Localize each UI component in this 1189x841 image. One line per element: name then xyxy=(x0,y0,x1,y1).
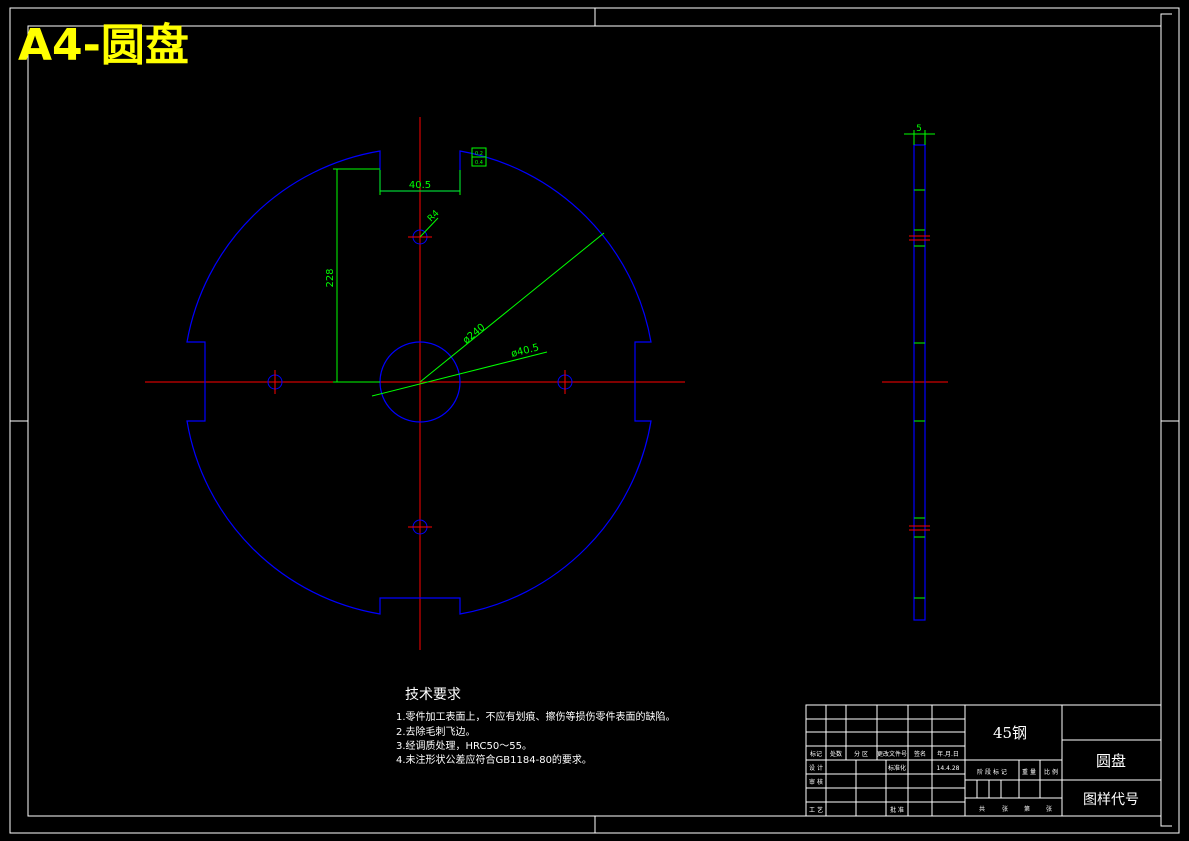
tech-heading: 技术要求 xyxy=(405,687,461,703)
tb-design: 设 计 xyxy=(809,764,823,772)
slot-width-dim: 40.5 xyxy=(409,180,431,191)
tb-sheets-total: 共 xyxy=(979,805,985,813)
tb-label-date: 年.月.日 xyxy=(937,750,959,758)
tb-label-sign: 签名 xyxy=(914,750,926,758)
tol-lower: 0.4 xyxy=(475,160,483,166)
front-view: 40.5 228 R4 ø240 ø40.5 0.2 0.4 xyxy=(145,117,685,650)
title-block: 标记 处数 分 区 更改文件号 签名 年.月.日 设 计 标准化 14.4.28… xyxy=(805,704,1162,817)
tb-scale: 比 例 xyxy=(1044,768,1058,776)
tb-date: 14.4.28 xyxy=(937,765,960,772)
tb-approve: 批 准 xyxy=(890,806,904,814)
side-view: 5 xyxy=(882,124,948,621)
thickness-dim: 5 xyxy=(916,124,922,134)
tech-item: 3.经调质处理，HRC50～55。 xyxy=(396,739,532,752)
centering-marks xyxy=(10,8,1179,833)
tb-label-mark: 标记 xyxy=(810,750,822,758)
tb-sheet-unit: 张 xyxy=(1046,805,1052,813)
drawing-code: 图样代号 xyxy=(1083,792,1139,808)
centerlines xyxy=(145,117,685,650)
outer-frame xyxy=(9,7,1180,834)
height-dim: 228 xyxy=(325,268,336,287)
tb-label-zone: 分 区 xyxy=(854,750,868,758)
tech-requirements: 技术要求 1.零件加工表面上，不应有划痕、擦伤等损伤零件表面的缺陷。 2.去除毛… xyxy=(396,687,676,766)
tb-label-count: 处数 xyxy=(830,750,842,758)
tb-stage: 阶 段 标 记 xyxy=(977,768,1007,776)
material: 45钢 xyxy=(993,724,1027,742)
tb-check: 审 核 xyxy=(809,778,823,786)
tb-standardize: 标准化 xyxy=(888,764,906,772)
hole-radius-dim: R4 xyxy=(426,208,442,224)
tech-item: 4.未注形状公差应符合GB1184-80的要求。 xyxy=(396,753,592,766)
outer-dia-dim: ø240 xyxy=(461,322,488,346)
sheet-title: A4-圆盘 xyxy=(18,20,189,71)
tb-process: 工 艺 xyxy=(809,806,823,814)
drawing-sheet: A4-圆盘 40.5 228 R4 ø240 ø40.5 0.2 0.4 5 技… xyxy=(9,7,1180,834)
tb-weight: 重 量 xyxy=(1022,768,1036,776)
part-name: 圆盘 xyxy=(1096,752,1126,770)
tol-upper: 0.2 xyxy=(475,151,483,157)
tech-item: 2.去除毛刺飞边。 xyxy=(396,725,476,738)
tb-sheets-unit: 张 xyxy=(1002,805,1008,813)
tb-label-change: 更改文件号 xyxy=(877,750,907,758)
tech-item: 1.零件加工表面上，不应有划痕、擦伤等损伤零件表面的缺陷。 xyxy=(396,710,676,723)
dimension-lines xyxy=(333,147,605,397)
tb-sheet-no: 第 xyxy=(1024,805,1030,813)
